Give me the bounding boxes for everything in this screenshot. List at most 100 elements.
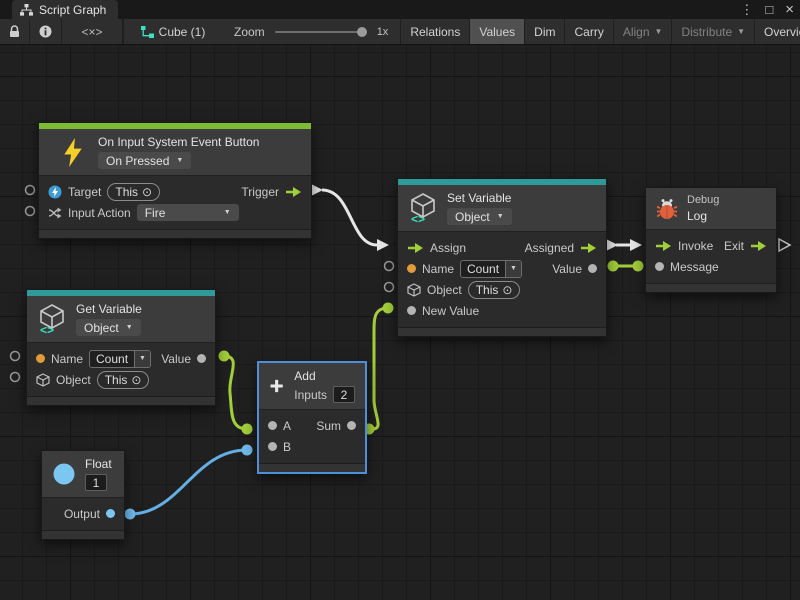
graph-icon xyxy=(20,4,33,16)
node-debug-log[interactable]: Debug Log Invoke Exit Message xyxy=(645,187,777,293)
toolbar-button-values[interactable]: Values xyxy=(470,19,525,44)
variable-name-dropdown[interactable]: Count ▼ xyxy=(460,260,522,278)
message-label: Message xyxy=(670,260,719,274)
window-maximize-icon[interactable]: □ xyxy=(765,3,773,16)
chevron-down-icon: ▼ xyxy=(737,27,745,36)
variable-name-value: Count xyxy=(461,261,505,277)
inputs-label: Inputs xyxy=(294,388,327,402)
lock-icon xyxy=(9,25,20,38)
toolbar-button-carry[interactable]: Carry xyxy=(565,19,613,44)
getvar-name-row: Name Count ▼ Value xyxy=(27,348,215,369)
target-object-chip[interactable]: This ⊙ xyxy=(107,183,160,201)
toolbar-button-distribute[interactable]: Distribute▼ xyxy=(672,19,755,44)
node-add[interactable]: Add Inputs 2 A Sum B xyxy=(257,361,367,474)
assigned-label: Assigned xyxy=(525,241,574,255)
zoom-slider-handle[interactable] xyxy=(357,27,367,37)
carry-label: Carry xyxy=(574,25,603,39)
value-port[interactable] xyxy=(588,264,597,273)
variable-kind-value: Object xyxy=(84,321,119,335)
float-circle-icon xyxy=(52,462,76,486)
input-action-dropdown[interactable]: Fire ▼ xyxy=(137,204,239,221)
value-label: Value xyxy=(161,352,191,366)
exit-port[interactable] xyxy=(750,240,767,252)
node-category: Debug xyxy=(687,194,719,206)
window-close-icon[interactable]: × xyxy=(785,2,794,17)
dim-label: Dim xyxy=(534,25,555,39)
object-value: This xyxy=(105,373,128,387)
event-mode-dropdown[interactable]: On Pressed ▼ xyxy=(98,152,191,169)
tab-script-graph[interactable]: Script Graph xyxy=(12,0,118,19)
trigger-port[interactable] xyxy=(285,186,302,198)
code-toggle-label: <×> xyxy=(81,25,102,39)
lock-button[interactable] xyxy=(0,19,30,44)
variable-kind-dropdown[interactable]: Object ▼ xyxy=(76,319,141,336)
variable-kind-dropdown[interactable]: Object ▼ xyxy=(447,208,512,225)
object-chip[interactable]: This ⊙ xyxy=(468,281,521,299)
cube-icon xyxy=(407,283,421,297)
align-label: Align xyxy=(623,25,650,39)
new-value-port[interactable] xyxy=(407,306,416,315)
assign-label: Assign xyxy=(430,241,466,255)
node-footer xyxy=(42,530,124,539)
node-title: Log xyxy=(687,209,707,223)
node-on-input-system-event-button[interactable]: On Input System Event Button On Pressed … xyxy=(38,122,312,239)
sum-label: Sum xyxy=(316,419,341,433)
a-port[interactable] xyxy=(268,421,277,430)
bug-icon xyxy=(656,198,678,220)
sum-port[interactable] xyxy=(347,421,356,430)
code-preview-toggle[interactable]: <×> xyxy=(62,19,123,44)
event-action-row: Input Action Fire ▼ xyxy=(39,202,311,223)
b-port[interactable] xyxy=(268,442,277,451)
graph-owner-button[interactable]: Cube (1) xyxy=(124,19,222,44)
inputs-count-field[interactable]: 2 xyxy=(333,386,355,403)
node-set-variable[interactable]: <> Set Variable Object ▼ Assign Assigned xyxy=(397,178,607,337)
output-port[interactable] xyxy=(106,509,115,518)
inspect-button[interactable] xyxy=(30,19,62,44)
variable-kind-value: Object xyxy=(455,210,490,224)
float-value-field[interactable]: 1 xyxy=(85,474,107,491)
output-label: Output xyxy=(64,507,100,521)
variable-name-dropdown[interactable]: Count ▼ xyxy=(89,350,151,368)
variable-cube-icon: <> xyxy=(408,192,438,224)
tab-title: Script Graph xyxy=(39,3,106,17)
toolbar-button-overview[interactable]: Overview xyxy=(755,19,800,44)
node-footer xyxy=(259,463,365,472)
toolbar-button-dim[interactable]: Dim xyxy=(525,19,565,44)
overview-label: Overview xyxy=(764,25,800,39)
node-title: Set Variable xyxy=(447,191,511,205)
input-action-value: Fire xyxy=(145,206,166,220)
message-port[interactable] xyxy=(655,262,664,271)
node-title: On Input System Event Button xyxy=(98,135,259,149)
assigned-port[interactable] xyxy=(580,242,597,254)
node-title: Add xyxy=(294,369,315,383)
chevron-down-icon: ▼ xyxy=(505,261,521,277)
zoom-slider[interactable] xyxy=(275,31,367,33)
toolbar-button-relations[interactable]: Relations xyxy=(401,19,470,44)
chevron-down-icon: ▼ xyxy=(655,27,663,36)
value-port[interactable] xyxy=(197,354,206,363)
node-get-variable[interactable]: <> Get Variable Object ▼ Name Count ▼ Va… xyxy=(26,289,216,406)
new-value-label: New Value xyxy=(422,304,479,318)
values-label: Values xyxy=(479,25,515,39)
chevron-down-icon: ▼ xyxy=(224,209,231,216)
node-footer xyxy=(27,396,215,405)
target-value: This xyxy=(115,185,138,199)
float-output-row: Output xyxy=(42,503,124,524)
chevron-down-icon: ▼ xyxy=(176,157,183,164)
svg-text:<>: <> xyxy=(411,212,425,224)
node-title: Get Variable xyxy=(76,302,142,316)
name-label: Name xyxy=(422,262,454,276)
toolbar-button-align[interactable]: Align ▼ xyxy=(614,19,673,44)
invoke-port[interactable] xyxy=(655,240,672,252)
assign-port[interactable] xyxy=(407,242,424,254)
name-port[interactable] xyxy=(407,264,416,273)
object-chip[interactable]: This ⊙ xyxy=(97,371,150,389)
chevron-down-icon: ▼ xyxy=(134,351,150,367)
graph-owner-label: Cube (1) xyxy=(159,25,206,39)
window-menu-icon[interactable]: ⋮ xyxy=(740,3,753,16)
node-title: Float xyxy=(85,457,112,471)
node-float-literal[interactable]: Float 1 Output xyxy=(41,450,125,540)
name-port[interactable] xyxy=(36,354,45,363)
zoom-label: Zoom xyxy=(234,25,265,39)
object-label: Object xyxy=(427,283,462,297)
